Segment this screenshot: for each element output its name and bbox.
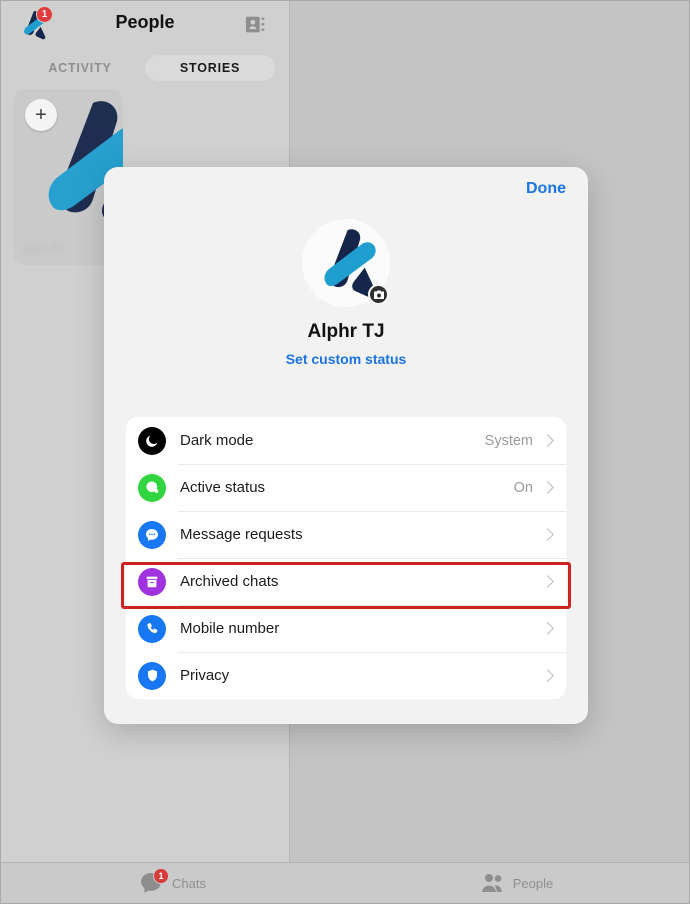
story-card-name: Alphr TJ — [23, 243, 64, 255]
profile-name: Alphr TJ — [307, 321, 385, 342]
chevron-right-icon — [541, 575, 554, 588]
people-glyph — [481, 874, 502, 892]
shield-icon — [138, 661, 166, 690]
segmented-tabs: ACTIVITY STORIES — [15, 55, 275, 81]
shield-glyph — [147, 669, 157, 682]
active-status-glyph — [145, 481, 158, 493]
app-window: 1 People ACTIVITY STORIES + Alphr TJ 1 C… — [0, 0, 690, 904]
tabbar-item-people[interactable]: People — [345, 872, 689, 894]
contact-card-glyph — [245, 16, 265, 33]
message-requests-icon — [138, 520, 166, 549]
moon-icon — [138, 426, 166, 455]
profile-section: Alphr TJ Set custom status — [104, 219, 588, 367]
settings-value: On — [513, 479, 533, 496]
settings-label: Privacy — [180, 667, 230, 684]
archive-box-icon — [138, 567, 166, 596]
settings-label: Mobile number — [180, 620, 280, 637]
chevron-right-icon — [541, 481, 554, 494]
done-button[interactable]: Done — [526, 180, 566, 198]
settings-value: System — [484, 432, 533, 449]
settings-list: Dark mode System Active status On Messag… — [126, 417, 566, 699]
people-icon — [481, 872, 505, 894]
camera-icon[interactable] — [368, 284, 389, 305]
tabbar-item-chats[interactable]: 1 Chats — [1, 868, 345, 894]
tab-stories[interactable]: STORIES — [145, 55, 275, 81]
pane-header: 1 People — [1, 1, 289, 49]
avatar[interactable] — [302, 219, 390, 307]
profile-settings-modal: Done Alphr TJ Set custom status Dark mod… — [104, 167, 588, 724]
phone-glyph — [146, 623, 157, 633]
chevron-right-icon — [541, 434, 554, 447]
camera-glyph — [373, 290, 384, 299]
chat-bubble-icon: 1 — [140, 868, 170, 894]
tab-activity[interactable]: ACTIVITY — [15, 55, 145, 81]
settings-row-message-requests[interactable]: Message requests — [126, 511, 566, 558]
chevron-right-icon — [541, 669, 554, 682]
settings-label: Archived chats — [180, 573, 279, 590]
message-requests-glyph — [146, 528, 158, 541]
settings-row-active-status[interactable]: Active status On — [126, 464, 566, 511]
set-custom-status-link[interactable]: Set custom status — [286, 351, 407, 367]
bottom-tabbar: 1 Chats People — [1, 862, 689, 903]
settings-label: Dark mode — [180, 432, 254, 449]
settings-row-archived-chats[interactable]: Archived chats — [126, 558, 566, 605]
phone-icon — [138, 614, 166, 643]
active-status-icon — [138, 473, 166, 502]
moon-glyph — [146, 435, 158, 447]
tabbar-label-people: People — [512, 875, 554, 891]
settings-label: Active status — [180, 479, 266, 496]
settings-row-privacy[interactable]: Privacy — [126, 652, 566, 699]
tabbar-label-chats: Chats — [172, 875, 206, 891]
settings-row-mobile-number[interactable]: Mobile number — [126, 605, 566, 652]
settings-label: Message requests — [180, 526, 303, 543]
plus-icon[interactable]: + — [25, 99, 57, 131]
chevron-right-icon — [541, 622, 554, 635]
settings-row-dark-mode[interactable]: Dark mode System — [126, 417, 566, 464]
chevron-right-icon — [541, 528, 554, 541]
archive-box-glyph — [146, 576, 158, 587]
chats-badge: 1 — [153, 868, 170, 884]
modal-topbar: Done — [104, 167, 588, 215]
contact-card-icon[interactable] — [245, 14, 267, 36]
